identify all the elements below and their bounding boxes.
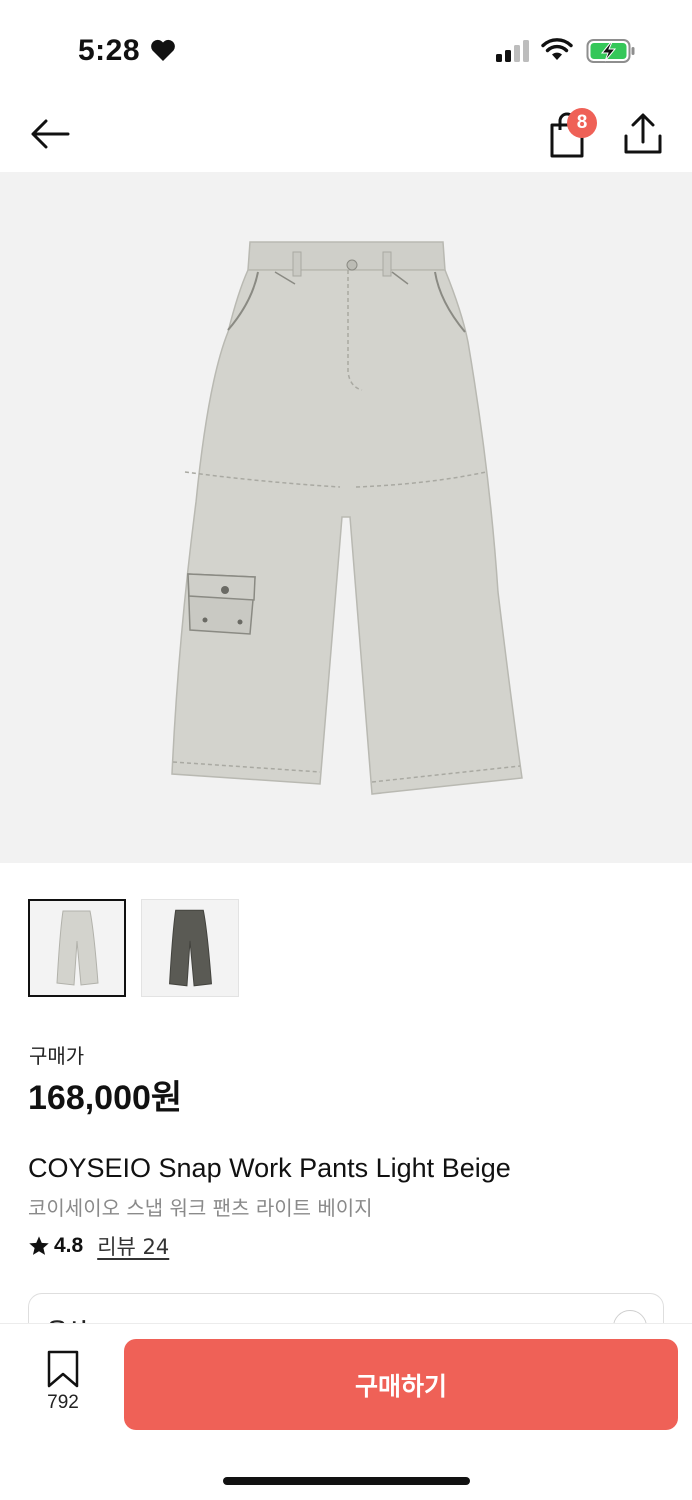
cart-count-badge: 8 [567, 108, 597, 138]
bookmark-button[interactable]: 792 [32, 1350, 94, 1420]
status-time: 5:28 [78, 34, 141, 67]
status-bar: 5:28 [0, 0, 692, 100]
bookmark-icon [47, 1350, 79, 1388]
back-arrow-icon[interactable] [28, 114, 72, 154]
product-price: 168,000원 [28, 1079, 183, 1117]
star-icon [29, 1236, 49, 1255]
wifi-icon [541, 38, 573, 60]
product-image[interactable] [0, 172, 692, 863]
battery-charging-icon [586, 39, 635, 63]
buy-button[interactable]: 구매하기 [124, 1339, 678, 1430]
thumbnail-dark-grey[interactable] [141, 899, 239, 997]
thumbnail-light-beige[interactable] [28, 899, 126, 997]
pants-illustration [171, 241, 523, 795]
heart-icon [151, 39, 175, 61]
rating-value: 4.8 [54, 1234, 84, 1257]
price-label: 구매가 [29, 1044, 85, 1068]
product-name-en: COYSEIO Snap Work Pants Light Beige [28, 1153, 511, 1183]
review-link[interactable]: 리뷰 24 [97, 1231, 169, 1261]
cellular-signal-icon [496, 40, 529, 62]
bookmark-count: 792 [47, 1392, 79, 1413]
product-name-ko: 코이세이오 스냅 워크 팬츠 라이트 베이지 [28, 1196, 373, 1220]
home-indicator [223, 1477, 470, 1485]
top-nav: 8 [0, 100, 692, 172]
share-icon[interactable] [622, 112, 664, 156]
pants-thumbnail-dark [169, 909, 212, 987]
pants-thumbnail-light [56, 910, 99, 986]
bottom-action-bar: 792 구매하기 [0, 1323, 692, 1500]
rating-row: 4.8 리뷰 24 [28, 1232, 169, 1260]
